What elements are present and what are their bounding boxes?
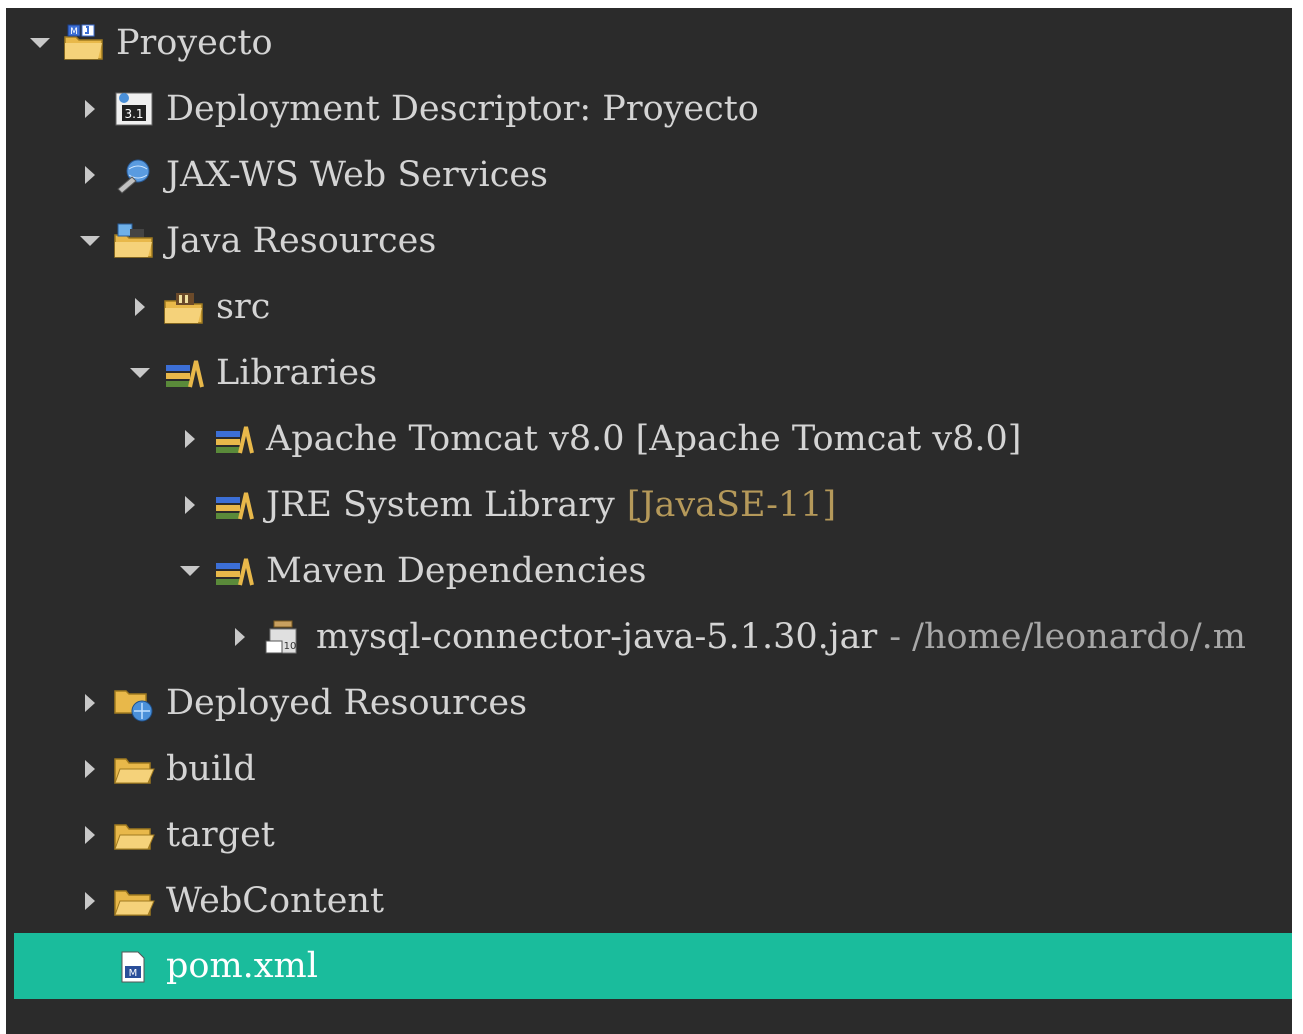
svg-text:M: M <box>129 968 138 979</box>
tree-item-apache-tomcat[interactable]: Apache Tomcat v8.0 [Apache Tomcat v8.0] <box>14 406 1292 472</box>
tree-item-label: Proyecto <box>116 23 273 63</box>
tree-item-src[interactable]: src <box>14 274 1292 340</box>
maven-pom-icon: M <box>112 946 156 986</box>
tree-item-libraries[interactable]: Libraries <box>14 340 1292 406</box>
collapse-arrow-icon[interactable] <box>80 759 100 779</box>
maven-web-project-icon: M <box>62 23 106 63</box>
deployment-descriptor-icon: 3.1 <box>112 89 156 129</box>
tree-item-label: JRE System Library <box>266 485 615 525</box>
expand-arrow-icon[interactable] <box>80 231 100 251</box>
tree-item-label: Deployed Resources <box>166 683 528 723</box>
tree-item-decoration: - /home/leonardo/.m <box>889 617 1246 657</box>
library-icon <box>212 419 256 459</box>
expand-arrow-icon[interactable] <box>30 33 50 53</box>
tree-item-target[interactable]: target <box>14 802 1292 868</box>
library-icon <box>162 353 206 393</box>
collapse-arrow-icon[interactable] <box>80 165 100 185</box>
tree-item-label: WebContent <box>166 881 385 921</box>
svg-text:10: 10 <box>284 641 297 652</box>
collapse-arrow-icon[interactable] <box>180 429 200 449</box>
tree-item-label: Maven Dependencies <box>266 551 647 591</box>
collapse-arrow-icon[interactable] <box>130 297 150 317</box>
tree-item-build[interactable]: build <box>14 736 1292 802</box>
tree-item-label: build <box>166 749 256 789</box>
collapse-arrow-icon[interactable] <box>80 693 100 713</box>
tree-item-deployment-descriptor[interactable]: 3.1 Deployment Descriptor: Proyecto <box>14 76 1292 142</box>
source-folder-icon <box>162 287 206 327</box>
folder-icon <box>112 881 156 921</box>
collapse-arrow-icon[interactable] <box>80 825 100 845</box>
folder-icon <box>112 815 156 855</box>
jar-icon: 10 <box>262 617 306 657</box>
svg-text:M: M <box>70 27 78 37</box>
tree-item-label: src <box>216 287 271 327</box>
library-icon <box>212 485 256 525</box>
java-resources-icon <box>112 221 156 261</box>
tree-item-label: Libraries <box>216 353 378 393</box>
expand-arrow-icon[interactable] <box>180 561 200 581</box>
tree-item-java-resources[interactable]: Java Resources <box>14 208 1292 274</box>
collapse-arrow-icon[interactable] <box>80 891 100 911</box>
library-icon <box>212 551 256 591</box>
expand-arrow-icon[interactable] <box>130 363 150 383</box>
tree-item-webcontent[interactable]: WebContent <box>14 868 1292 934</box>
tree-item-deployed-resources[interactable]: Deployed Resources <box>14 670 1292 736</box>
tree-item-decoration: [JavaSE-11] <box>626 485 837 525</box>
tree-item-proyecto[interactable]: M Proyecto <box>14 10 1292 76</box>
web-services-icon <box>112 155 156 195</box>
tree-item-jre-system-library[interactable]: JRE System Library [JavaSE-11] <box>14 472 1292 538</box>
svg-text:3.1: 3.1 <box>124 107 143 121</box>
tree-item-jax-ws[interactable]: JAX-WS Web Services <box>14 142 1292 208</box>
tree-item-pom-xml[interactable]: M pom.xml <box>14 933 1292 999</box>
tree-item-label: mysql-connector-java-5.1.30.jar <box>316 617 878 657</box>
tree-item-label: JAX-WS Web Services <box>166 155 548 195</box>
tree-item-label: Deployment Descriptor: Proyecto <box>166 89 759 129</box>
collapse-arrow-icon[interactable] <box>230 627 250 647</box>
tree-item-label: pom.xml <box>166 946 318 986</box>
collapse-arrow-icon[interactable] <box>180 495 200 515</box>
tree-item-label: Java Resources <box>166 221 437 261</box>
deployed-resources-icon <box>112 683 156 723</box>
project-explorer-tree: M Proyecto 3.1 Deployment Descriptor: Pr… <box>6 8 1292 1034</box>
tree-item-mysql-connector-jar[interactable]: 10 mysql-connector-java-5.1.30.jar - /ho… <box>14 604 1292 670</box>
tree-item-label: target <box>166 815 275 855</box>
tree-item-maven-dependencies[interactable]: Maven Dependencies <box>14 538 1292 604</box>
tree-item-label: Apache Tomcat v8.0 [Apache Tomcat v8.0] <box>266 419 1022 459</box>
folder-icon <box>112 749 156 789</box>
collapse-arrow-icon[interactable] <box>80 99 100 119</box>
